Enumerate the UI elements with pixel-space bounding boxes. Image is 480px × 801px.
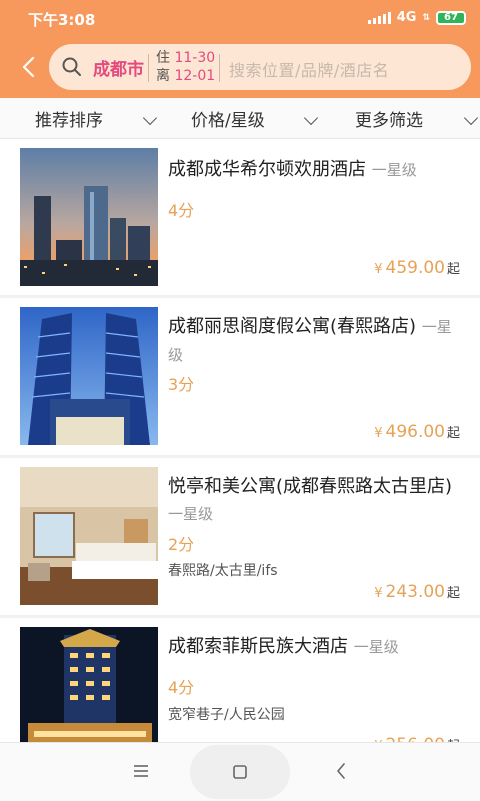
price-amount: 243.00 <box>385 582 445 602</box>
search-bar[interactable]: 成都市 住 11-30 离 12-01 搜索位置/品牌/酒店名 <box>49 44 471 90</box>
search-input[interactable]: 搜索位置/品牌/酒店名 <box>229 57 389 81</box>
hotel-score: 4分 <box>168 678 195 697</box>
hotel-card[interactable]: 成都成华希尔顿欢朋酒店 一星级 4分 ¥459.00 起 <box>0 139 480 295</box>
checkout-label: 离 <box>156 68 170 84</box>
hotel-name-text: 成都索菲斯民族大酒店 <box>168 636 348 657</box>
system-nav-bar <box>0 742 480 801</box>
data-arrows-icon: ⇅ <box>422 12 430 23</box>
chevron-down-icon <box>303 110 319 126</box>
price-amount: 496.00 <box>385 422 445 442</box>
price-currency: ¥ <box>374 586 383 601</box>
hotel-name-text: 成都丽思阁度假公寓(春熙路店) <box>168 316 417 337</box>
hotel-price: ¥243.00 起 <box>374 582 460 602</box>
hotel-score: 4分 <box>168 201 195 220</box>
price-currency: ¥ <box>374 262 383 277</box>
status-time: 下午3:08 <box>28 11 96 29</box>
price-suffix: 起 <box>446 426 460 441</box>
hotel-photo <box>20 467 158 605</box>
hotel-name[interactable]: 成都成华希尔顿欢朋酒店 一星级 <box>168 156 466 184</box>
hotel-photo <box>20 627 158 742</box>
date-selector[interactable]: 住 11-30 离 12-01 <box>156 49 215 85</box>
hotel-price: ¥459.00 起 <box>374 258 460 278</box>
hotel-card[interactable]: 悦亭和美公寓(成都春熙路太古里店) 一星级 2分 春熙路/太古里/ifs ¥24… <box>0 458 480 615</box>
hotel-card[interactable]: 成都丽思阁度假公寓(春熙路店) 一星级 3分 ¥496.00 起 <box>0 298 480 455</box>
chevron-down-icon <box>142 110 158 126</box>
status-indicators: 4G ⇅ 67 <box>367 10 466 25</box>
hotel-star-rating: 一星级 <box>371 161 417 179</box>
chevron-down-icon <box>463 110 479 126</box>
divider <box>148 54 149 82</box>
hotel-area: 春熙路/太古里/ifs <box>168 563 278 579</box>
hotel-photo <box>20 307 158 445</box>
filter-price-star[interactable]: 价格/星级 <box>191 106 265 131</box>
checkin-label: 住 <box>156 50 170 66</box>
battery-level: 67 <box>444 12 458 23</box>
checkout-date: 12-01 <box>174 68 216 84</box>
hotel-name[interactable]: 悦亭和美公寓(成都春熙路太古里店) 一星级 <box>168 473 466 528</box>
checkin-date: 11-30 <box>174 50 216 66</box>
home-square-icon <box>233 765 247 779</box>
signal-icon <box>367 11 391 24</box>
hotel-name[interactable]: 成都丽思阁度假公寓(春熙路店) 一星级 <box>168 313 466 369</box>
hotel-photo <box>20 148 158 286</box>
hotel-score: 3分 <box>168 375 195 394</box>
chevron-left-icon <box>22 56 35 78</box>
city-selector[interactable]: 成都市 <box>93 55 144 80</box>
hotel-area: 宽窄巷子/人民公园 <box>168 707 285 723</box>
hotel-score: 2分 <box>168 535 195 554</box>
filter-bar: 推荐排序 价格/星级 更多筛选 <box>0 98 480 139</box>
home-button[interactable] <box>190 745 290 799</box>
price-suffix: 起 <box>446 586 460 601</box>
menu-icon[interactable] <box>133 764 149 778</box>
hotel-name-text: 悦亭和美公寓(成都春熙路太古里店) <box>168 476 453 497</box>
hotel-star-rating: 一星级 <box>168 505 214 523</box>
price-currency: ¥ <box>374 426 383 441</box>
hotel-price: ¥496.00 起 <box>374 422 460 442</box>
filter-sort[interactable]: 推荐排序 <box>35 106 103 131</box>
app-header: 成都市 住 11-30 离 12-01 搜索位置/品牌/酒店名 <box>0 36 480 98</box>
back-nav-icon[interactable] <box>336 763 346 779</box>
price-suffix: 起 <box>446 262 460 277</box>
hotel-name[interactable]: 成都索菲斯民族大酒店 一星级 <box>168 633 466 661</box>
back-button[interactable] <box>10 48 46 86</box>
status-bar: 下午3:08 4G ⇅ 67 <box>0 0 480 36</box>
network-type: 4G <box>396 10 417 25</box>
divider <box>219 54 220 82</box>
filter-more[interactable]: 更多筛选 <box>355 106 423 131</box>
price-amount: 459.00 <box>385 258 445 278</box>
search-icon <box>62 57 81 76</box>
hotel-name-text: 成都成华希尔顿欢朋酒店 <box>168 159 366 180</box>
battery-icon: 67 <box>436 10 466 25</box>
hotel-card[interactable]: 成都索菲斯民族大酒店 一星级 4分 宽窄巷子/人民公园 ¥256.00起 <box>0 618 480 755</box>
hotel-star-rating: 一星级 <box>353 638 399 656</box>
